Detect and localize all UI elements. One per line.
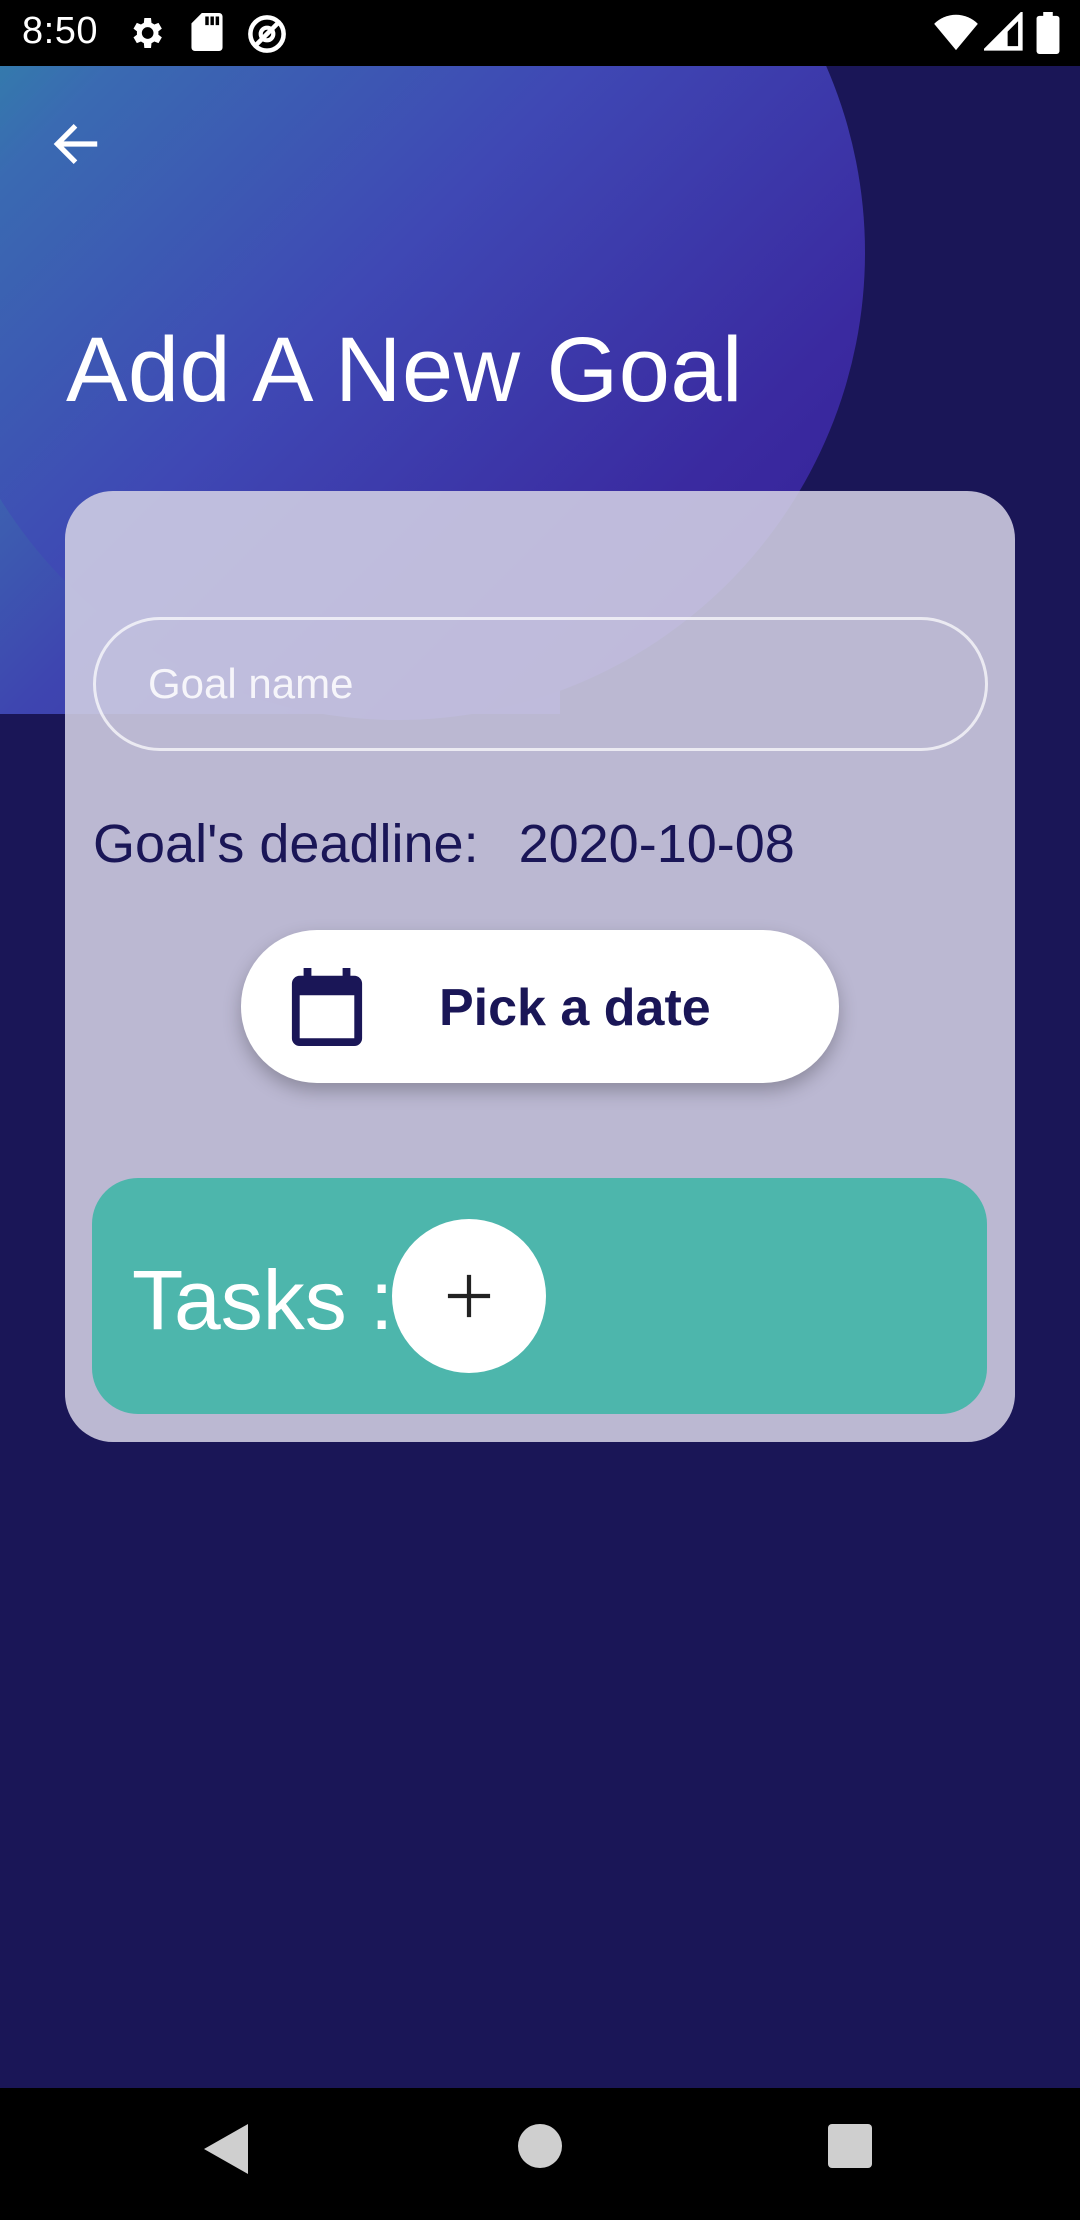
status-bar: 8:50 xyxy=(0,0,1080,66)
battery-icon xyxy=(1036,12,1060,54)
back-triangle-icon[interactable] xyxy=(204,2124,248,2174)
pick-date-label: Pick a date xyxy=(439,979,711,1037)
home-circle-icon[interactable] xyxy=(518,2124,562,2168)
plus-icon xyxy=(447,1274,491,1318)
status-time: 8:50 xyxy=(22,10,98,52)
add-task-button[interactable] xyxy=(392,1219,546,1373)
recents-square-icon[interactable] xyxy=(828,2124,872,2168)
wifi-icon xyxy=(934,14,978,51)
signal-icon xyxy=(984,12,1023,51)
tasks-label: Tasks : xyxy=(132,1253,394,1347)
settings-icon xyxy=(133,18,162,48)
sd-card-icon xyxy=(191,13,223,51)
at-sign-icon xyxy=(248,15,286,53)
back-button[interactable] xyxy=(46,116,106,172)
calendar-icon xyxy=(291,968,363,1046)
tasks-panel: Tasks : xyxy=(92,1178,987,1414)
navigation-bar xyxy=(0,2088,1080,2220)
page-title: Add A New Goal xyxy=(66,319,743,421)
screen: 8:50 Add A New Goal Goal name Goal's dea… xyxy=(0,0,1080,2220)
deadline-row: Goal's deadline: 2020-10-08 xyxy=(93,813,795,875)
goal-form-card: Goal's deadline: 2020-10-08 Pick a date T… xyxy=(65,491,1015,1442)
deadline-value: 2020-10-08 xyxy=(518,814,795,874)
goal-name-input[interactable] xyxy=(93,617,988,751)
pick-date-button[interactable]: Pick a date xyxy=(241,930,839,1083)
arrow-left-icon xyxy=(53,124,98,164)
deadline-label: Goal's deadline: xyxy=(93,814,479,874)
